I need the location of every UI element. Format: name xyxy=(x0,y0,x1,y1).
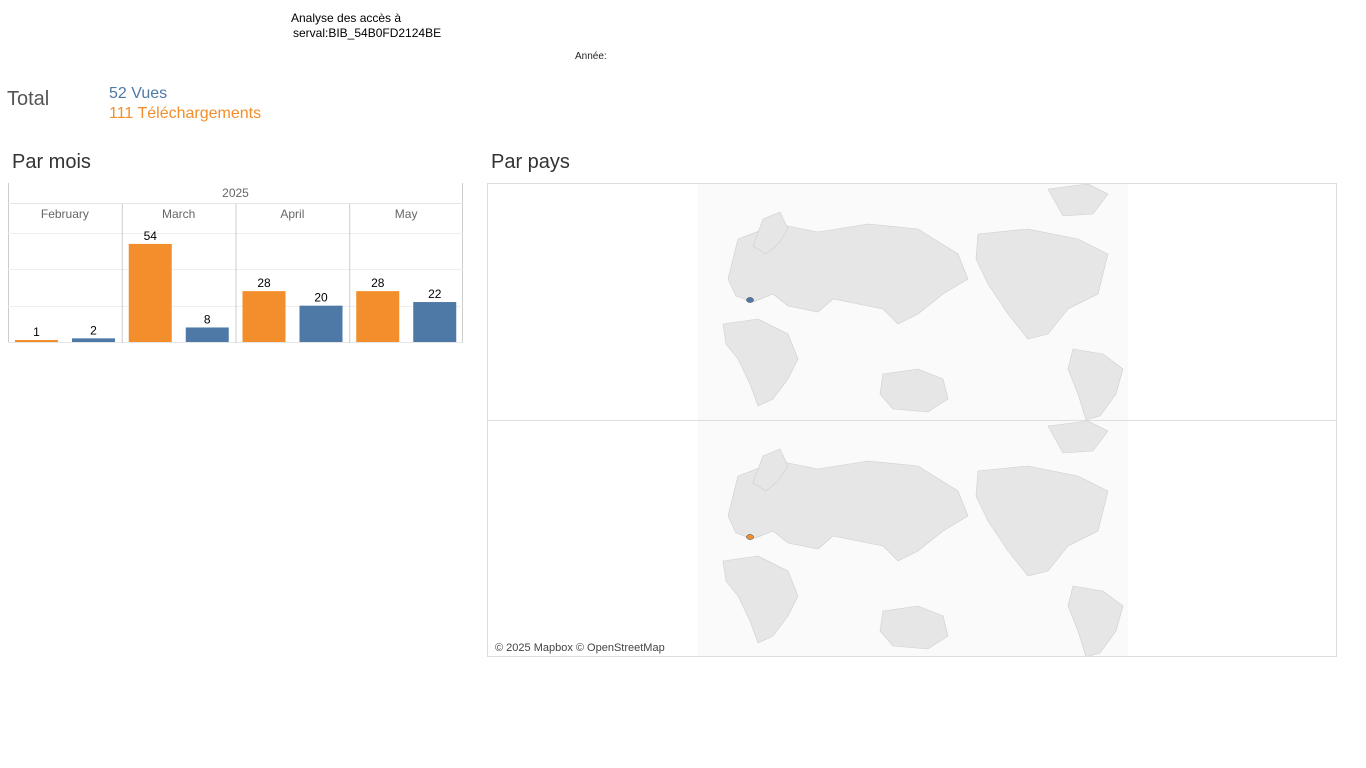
bar-downloads xyxy=(15,340,58,342)
report-title-line2: serval:BIB_54B0FD2124BE xyxy=(293,26,442,40)
bar-downloads xyxy=(128,243,172,342)
report-title: Analyse des accès à serval:BIB_54B0FD212… xyxy=(291,11,441,41)
section-title-by-month: Par mois xyxy=(12,151,91,173)
month-label: May xyxy=(395,207,418,221)
bar-views xyxy=(299,305,343,342)
switzerland-marker-downloads xyxy=(746,534,754,540)
total-views-label: Vues xyxy=(131,85,168,102)
bar-value-label: 54 xyxy=(144,229,158,243)
bar-value-label: 28 xyxy=(371,276,385,290)
total-downloads-value: 111 xyxy=(109,105,134,122)
bar-value-label: 22 xyxy=(428,287,442,301)
bar-value-label: 20 xyxy=(314,291,328,305)
total-downloads-label: Téléchargements xyxy=(137,105,262,122)
bar-downloads xyxy=(242,291,286,342)
total-views-value: 52 xyxy=(109,85,127,102)
bar-views xyxy=(413,302,457,342)
total-downloads: 111 Téléchargements xyxy=(109,105,261,123)
monthly-bar-chart-svg: 2025 February 1 2 March 54 8 April 28 20 May 28 22 xyxy=(8,183,463,343)
switzerland-marker-views xyxy=(746,297,754,303)
map-panel-views[interactable] xyxy=(488,184,1336,421)
map-attribution[interactable]: © 2025 Mapbox © OpenStreetMap xyxy=(495,642,665,654)
bar-downloads xyxy=(356,291,400,342)
country-map[interactable]: © 2025 Mapbox © OpenStreetMap xyxy=(487,183,1337,657)
year-header: 2025 xyxy=(222,186,249,200)
bar-views xyxy=(185,327,229,342)
monthly-bar-chart[interactable]: 2025 February 1 2 March 54 8 April 28 20 May 28 22 xyxy=(8,183,463,343)
section-title-by-country: Par pays xyxy=(491,151,570,173)
total-label: Total xyxy=(7,88,50,110)
year-filter-label[interactable]: Année: xyxy=(575,51,607,62)
world-map-views xyxy=(698,184,1128,421)
total-views: 52 Vues xyxy=(109,85,167,103)
bar-value-label: 8 xyxy=(204,312,211,326)
bar-value-label: 2 xyxy=(90,323,97,337)
bar-value-label: 1 xyxy=(33,325,40,339)
month-label: April xyxy=(280,207,304,221)
world-map-downloads xyxy=(698,420,1128,656)
month-label: February xyxy=(41,207,89,221)
bar-value-label: 28 xyxy=(257,276,271,290)
bar-views xyxy=(72,338,115,342)
month-label: March xyxy=(162,207,195,221)
map-panel-downloads[interactable]: © 2025 Mapbox © OpenStreetMap xyxy=(488,420,1336,656)
report-title-line1: Analyse des accès à xyxy=(291,11,402,25)
